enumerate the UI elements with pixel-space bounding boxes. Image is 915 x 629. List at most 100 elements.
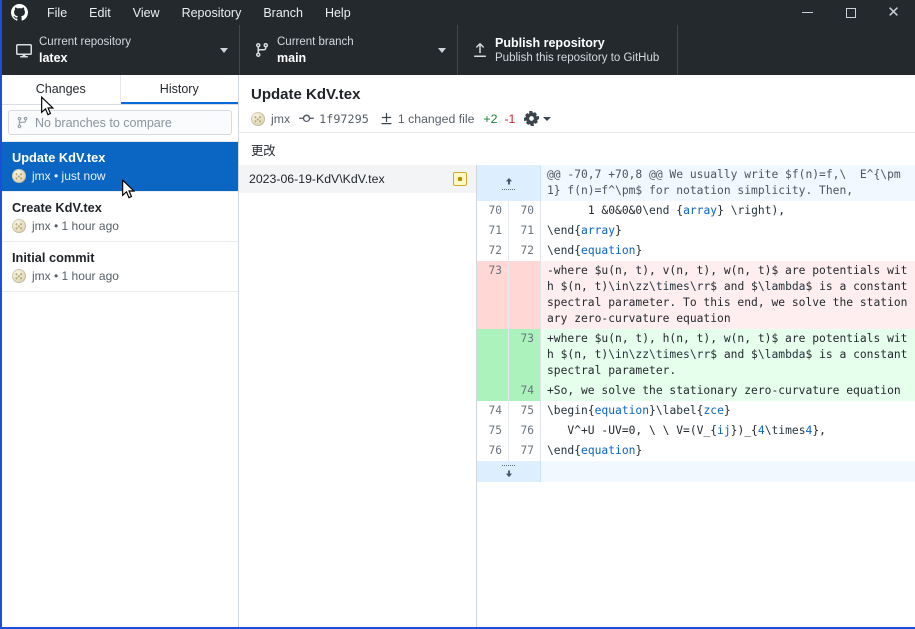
diff-hunk-footer [477,461,915,482]
current-repository-label: Current repository [39,35,132,48]
commit-title: Initial commit [12,250,95,265]
menu-item-file[interactable]: File [36,0,78,25]
upload-arrow-icon [469,42,491,58]
menu-item-help[interactable]: Help [314,0,362,25]
github-logo-icon [2,4,36,21]
diff-old-line-number: 70 [477,201,509,221]
diff-new-line-number: 76 [509,421,541,441]
diff-hunk-text: @@ -70,7 +70,8 @@ We usually write $f(n)… [541,165,915,201]
changed-file-list[interactable]: 2023-06-19-KdV\KdV.tex [239,165,477,627]
diff-line-text: \begin{equation}\label{zce} [547,404,731,417]
commit-author-time: jmx • 1 hour ago [32,219,119,233]
diff-viewer[interactable]: @@ -70,7 +70,8 @@ We usually write $f(n)… [477,165,915,627]
menu-item-repository[interactable]: Repository [171,0,253,25]
main-body: Changes History No branches to compare U… [2,75,915,627]
commit-author-time: jmx • 1 hour ago [32,269,119,283]
page-title: Update KdV.tex [251,86,361,103]
chevron-down-icon[interactable] [543,116,552,121]
commit-meta: jmx • just now [12,169,228,183]
menu-item-branch[interactable]: Branch [252,0,314,25]
diff-line-text: 1 &0&0&0\end {array} \right), [547,204,786,217]
current-branch-label: Current branch [277,35,354,48]
menu-item-edit[interactable]: Edit [78,0,122,25]
diff-new-line-number [509,261,541,329]
sidebar: Changes History No branches to compare U… [2,75,239,627]
diff-line-removed: 73 -where $u(n, t), v(n, t), w(n, t)$ ar… [477,261,915,329]
gear-icon[interactable] [524,111,540,126]
list-item[interactable]: Create KdV.tex jmx • 1 hour ago [2,192,238,242]
diff-old-line-number [477,381,509,401]
commit-sha[interactable]: 1f97295 [319,112,369,126]
diff-new-line-number: 70 [509,201,541,221]
menu-item-view[interactable]: View [122,0,171,25]
tab-history[interactable]: History [120,75,238,104]
diff-line-text: -where $u(n, t), v(n, t), w(n, t)$ are p… [541,261,915,329]
diff-new-line-number: 71 [509,221,541,241]
changes-section-label: 更改 [251,144,276,158]
publish-repository-subtitle: Publish this repository to GitHub [495,51,660,64]
chevron-down-icon [220,47,228,53]
status-badge [453,172,467,186]
diff-old-line-number: 76 [477,441,509,461]
commit-meta: jmx • 1 hour ago [12,269,228,283]
avatar [12,219,26,233]
diff-line-text: +So, we solve the stationary zero-curvat… [541,381,915,401]
minimize-icon[interactable] [786,0,829,25]
diff-new-line-number: 74 [509,381,541,401]
list-item[interactable]: 2023-06-19-KdV\KdV.tex [239,165,476,193]
diff-line-added: 73 +where $u(n, t), h(n, t), w(n, t)$ ar… [477,329,915,381]
avatar [12,269,26,283]
commit-meta: jmx • 1 hour ago [12,219,228,233]
files-and-diff: 2023-06-19-KdV\KdV.tex @@ -70,7 +70,8 @@… [239,165,915,627]
diff-line: 70 70 1 &0&0&0\end {array} \right), [477,201,915,221]
commit-author-time: jmx • just now [32,169,106,183]
github-desktop-window: File Edit View Repository Branch Help ✕ … [0,0,915,629]
publish-repository-button[interactable]: Publish repository Publish this reposito… [458,25,678,75]
compare-branch-placeholder: No branches to compare [35,115,172,130]
changed-files-count: 1 changed file [397,111,475,126]
diff-old-line-number [477,329,509,381]
diff-line-text: \end{equation} [547,244,643,257]
expand-down-icon[interactable] [477,461,541,482]
diff-old-line-number: 73 [477,261,509,329]
diff-line: 76 77 \end{equation} [477,441,915,461]
list-item[interactable]: Update KdV.tex jmx • just now [2,142,238,192]
tab-changes[interactable]: Changes [2,75,121,104]
app-toolbar: Current repository latex Current branch … [2,25,915,75]
compare-branch-input[interactable]: No branches to compare [8,110,232,135]
diff-line-text: \end{equation} [547,444,643,457]
diff-line: 72 72 \end{equation} [477,241,915,261]
commit-detail-panel: Update KdV.tex jmx 1f97295 1 changed fil… [239,75,915,627]
publish-repository-title: Publish repository [495,35,605,50]
commit-author: jmx [271,111,291,126]
list-item[interactable]: Initial commit jmx • 1 hour ago [2,242,238,292]
avatar [12,169,26,183]
commit-title: Create KdV.tex [12,200,102,215]
diff-line: 75 76 V^+U -UV=0, \ \ V=(V_{ij})_{4\time… [477,421,915,441]
diff-line-text: +where $u(n, t), h(n, t), w(n, t)$ are p… [541,329,915,381]
file-path: 2023-06-19-KdV\KdV.tex [249,172,385,186]
chevron-down-icon [438,47,446,53]
diff-new-line-number: 73 [509,329,541,381]
current-branch-button[interactable]: Current branch main [240,25,458,75]
window-controls: ✕ [786,0,915,25]
commit-history-list[interactable]: Update KdV.tex jmx • just now Create KdV… [2,142,238,627]
additions-count: +2 [483,111,498,126]
compare-branch-area: No branches to compare [2,105,238,142]
toolbar-empty-area [678,25,915,75]
diff-hunk-header: @@ -70,7 +70,8 @@ We usually write $f(n)… [477,165,915,201]
title-bar: File Edit View Repository Branch Help ✕ [2,0,915,25]
diff-new-line-number: 77 [509,441,541,461]
close-icon[interactable]: ✕ [872,0,915,25]
repo-desktop-icon [13,42,35,58]
diff-line-text: \end{array} [547,224,622,237]
expand-up-icon[interactable] [477,165,541,201]
current-repository-value: latex [39,50,68,65]
maximize-icon[interactable] [829,0,872,25]
diff-old-line-number: 74 [477,401,509,421]
deletions-count: -1 [504,111,516,126]
current-repository-button[interactable]: Current repository latex [2,25,240,75]
commit-title: Update KdV.tex [12,150,106,165]
diff-new-line-number: 75 [509,401,541,421]
commit-summary-header: Update KdV.tex jmx 1f97295 1 changed fil… [239,75,915,133]
